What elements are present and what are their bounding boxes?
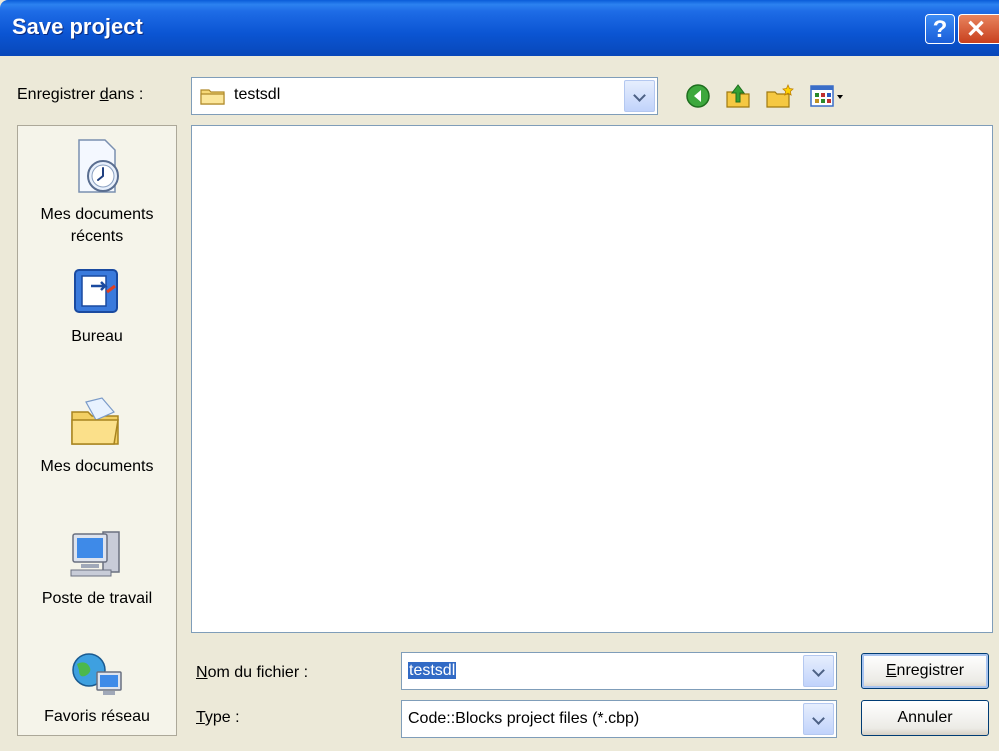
- network-places-icon: [72, 653, 122, 695]
- close-icon: ✕: [965, 16, 987, 43]
- place-label: Poste de travail: [41, 590, 153, 607]
- place-label: Mes documents: [40, 206, 154, 223]
- help-button[interactable]: ?: [925, 14, 955, 44]
- window-title: Save project: [12, 14, 143, 39]
- place-network[interactable]: Favoris réseau: [18, 650, 176, 728]
- my-computer-icon: [70, 531, 120, 577]
- chevron-down-icon[interactable]: [803, 703, 834, 735]
- filetype-label: Type :: [196, 709, 240, 726]
- filetype-value: Code::Blocks project files (*.cbp): [408, 710, 640, 727]
- place-label: Favoris réseau: [44, 708, 150, 725]
- save-in-label: Enregistrer dans :: [17, 86, 144, 103]
- filename-value: testsdl: [408, 662, 457, 679]
- file-list[interactable]: [191, 125, 993, 633]
- recent-documents-icon: [78, 139, 119, 193]
- folder-icon: [200, 89, 225, 105]
- place-my-computer[interactable]: Poste de travail: [18, 524, 176, 610]
- place-desktop[interactable]: Bureau: [18, 264, 176, 348]
- filename-label: Nom du fichier :: [196, 664, 309, 681]
- current-folder-value: testsdl: [234, 86, 281, 103]
- filetype-dropdown[interactable]: Code::Blocks project files (*.cbp): [401, 700, 837, 738]
- help-icon: ?: [932, 16, 948, 43]
- place-label: Bureau: [71, 328, 123, 345]
- close-button[interactable]: ✕: [958, 14, 999, 44]
- chevron-down-icon[interactable]: [803, 655, 834, 687]
- place-label: récents: [70, 228, 124, 245]
- chevron-down-icon[interactable]: [624, 80, 655, 112]
- save-in-dropdown[interactable]: testsdl: [191, 77, 658, 115]
- save-button[interactable]: Enregistrer: [861, 653, 989, 689]
- title-bar[interactable]: Save project ? ✕: [0, 0, 999, 56]
- place-recent-documents[interactable]: Mes documents récents: [18, 136, 176, 248]
- my-documents-icon: [71, 397, 119, 445]
- up-folder-icon[interactable]: [724, 82, 752, 110]
- desktop-icon: [74, 269, 118, 313]
- back-icon[interactable]: [684, 82, 712, 110]
- place-label: Mes documents: [40, 458, 154, 475]
- new-folder-icon[interactable]: [765, 82, 795, 110]
- places-bar: Mes documents récents Bureau Mes documen…: [17, 125, 177, 736]
- filename-input[interactable]: testsdl: [401, 652, 837, 690]
- cancel-button[interactable]: Annuler: [861, 700, 989, 736]
- view-menu-icon[interactable]: [809, 82, 845, 110]
- place-my-documents[interactable]: Mes documents: [18, 394, 176, 478]
